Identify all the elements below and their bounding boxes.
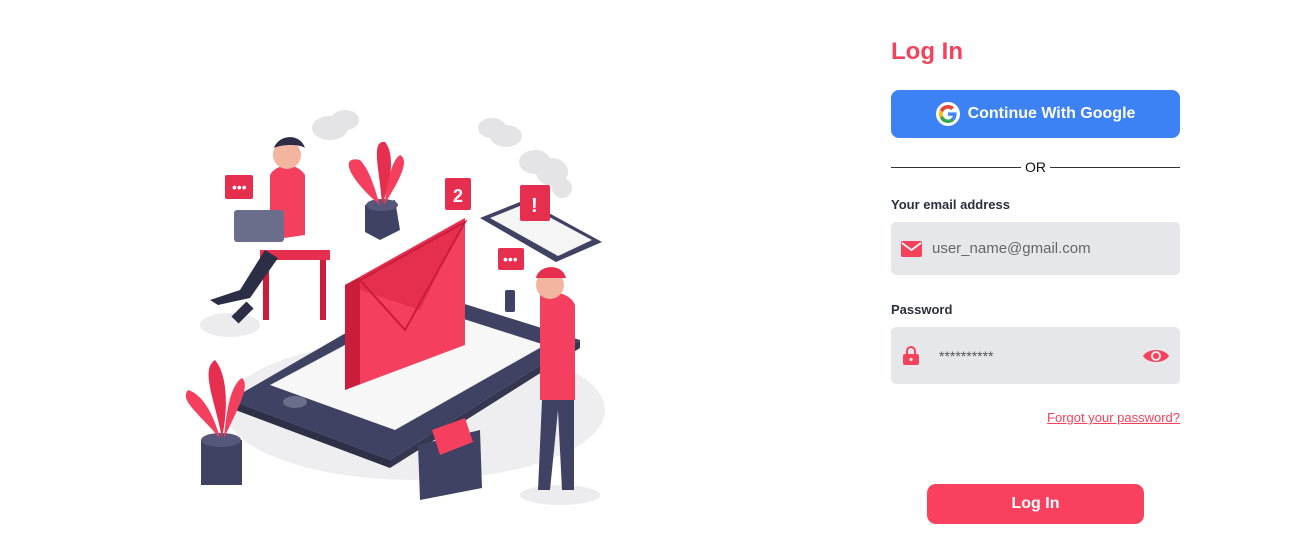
forgot-password-link[interactable]: Forgot your password? <box>1047 410 1180 425</box>
email-input[interactable] <box>932 240 1180 257</box>
svg-text:•••: ••• <box>503 251 518 267</box>
google-button-label: Continue With Google <box>967 105 1136 122</box>
envelope-badge-count: 2 <box>453 186 463 206</box>
lock-icon <box>903 346 919 365</box>
mail-icon <box>901 240 922 257</box>
hero-illustration: ••• 2 ! ••• <box>170 100 620 520</box>
continue-with-google-button[interactable]: Continue With Google <box>891 90 1180 138</box>
divider-line-right <box>1050 166 1180 168</box>
email-marketing-illustration: ••• 2 ! ••• <box>185 110 605 505</box>
page-title: Log In <box>891 38 963 65</box>
divider-text: OR <box>1025 159 1046 175</box>
or-divider: OR <box>891 158 1180 176</box>
alert-badge: ! <box>531 195 538 217</box>
google-g-icon <box>935 102 960 126</box>
email-label: Your email address <box>891 197 1010 212</box>
login-submit-button[interactable]: Log In <box>927 484 1144 524</box>
email-field-container <box>891 222 1180 275</box>
eye-icon[interactable] <box>1142 347 1170 365</box>
svg-text:•••: ••• <box>232 179 247 195</box>
divider-line-left <box>891 166 1021 168</box>
password-input[interactable] <box>939 347 1142 364</box>
password-field-container <box>891 327 1180 384</box>
password-label: Password <box>891 302 953 317</box>
login-page: ••• 2 ! ••• Log In Continue With Google … <box>0 0 1291 549</box>
